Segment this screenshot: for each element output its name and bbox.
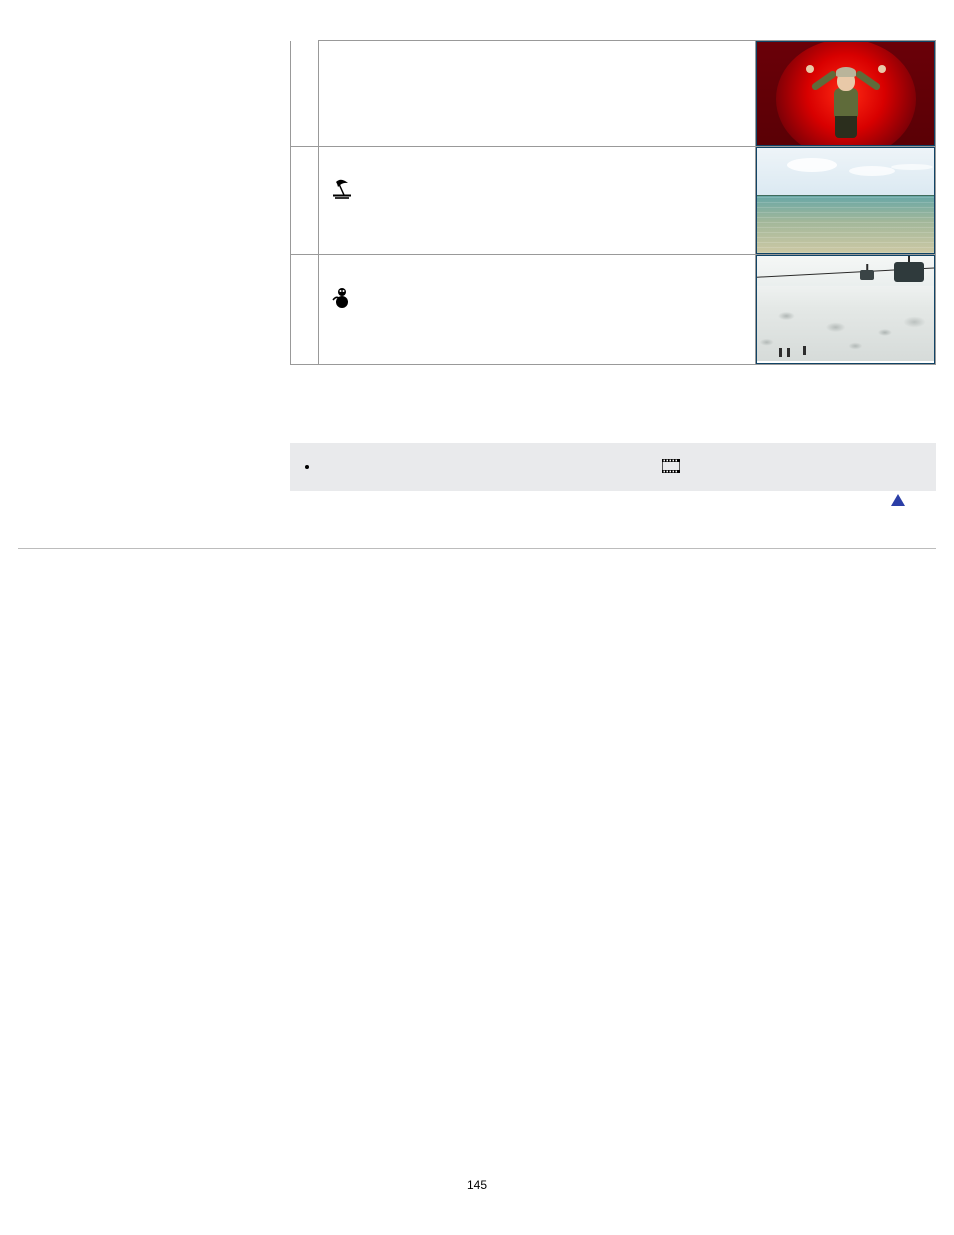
- film-strip-icon: [662, 459, 680, 479]
- page-number: 145: [0, 1178, 954, 1192]
- table-row: [291, 147, 936, 255]
- section-divider: [18, 548, 936, 549]
- example-image-beach: [756, 147, 935, 254]
- back-to-top-link[interactable]: [888, 493, 908, 507]
- row-description-cell: [318, 147, 755, 255]
- table-row: [291, 41, 936, 147]
- row-index-cell: [291, 147, 319, 255]
- example-image-snow: [756, 255, 935, 364]
- document-page: 145: [0, 0, 954, 1235]
- scene-selection-table: [290, 40, 936, 365]
- triangle-up-icon: [891, 494, 905, 506]
- row-image-cell: [756, 255, 936, 365]
- row-index-cell: [291, 41, 319, 147]
- note-bullet: [320, 457, 918, 477]
- example-image-spotlight-child: [756, 41, 935, 146]
- row-image-cell: [756, 41, 936, 147]
- beach-scene-icon: [329, 177, 355, 203]
- row-description-cell: [318, 41, 755, 147]
- row-image-cell: [756, 147, 936, 255]
- row-index-cell: [291, 255, 319, 365]
- note-box: [290, 443, 936, 491]
- table-row: [291, 255, 936, 365]
- row-description-cell: [318, 255, 755, 365]
- snow-scene-icon: [329, 285, 355, 311]
- content-column: [290, 40, 936, 491]
